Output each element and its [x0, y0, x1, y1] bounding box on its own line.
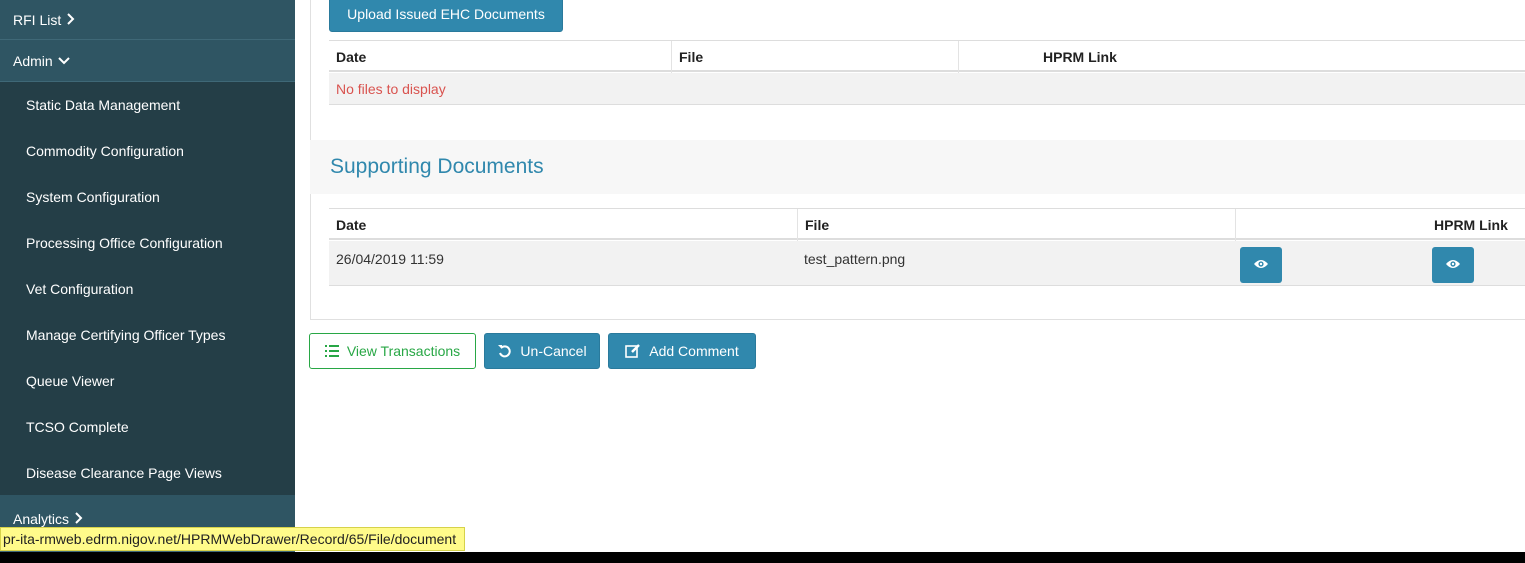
- page: RFI List Admin Static Data Management Co…: [0, 0, 1525, 552]
- chevron-right-icon: [66, 12, 76, 28]
- sidebar-item-label: Static Data Management: [26, 97, 181, 113]
- column-header-blank: [1235, 209, 1427, 241]
- sidebar-item-label: RFI List: [13, 11, 62, 28]
- un-cancel-button[interactable]: Un-Cancel: [484, 333, 600, 369]
- sidebar: RFI List Admin Static Data Management Co…: [0, 0, 295, 552]
- column-header-file: File: [797, 209, 1235, 241]
- sidebar-item-processing-office-configuration[interactable]: Processing Office Configuration: [0, 220, 295, 266]
- issued-documents-table: Date File HPRM Link No files to display: [329, 40, 1525, 105]
- sidebar-item-queue-viewer[interactable]: Queue Viewer: [0, 358, 295, 404]
- table-header: Date File HPRM Link: [329, 208, 1525, 241]
- sidebar-item-static-data-management[interactable]: Static Data Management: [0, 82, 295, 128]
- add-comment-button[interactable]: Add Comment: [608, 333, 756, 369]
- sidebar-item-tcso-complete[interactable]: TCSO Complete: [0, 404, 295, 450]
- button-label: View Transactions: [346, 343, 461, 359]
- sidebar-item-label: Commodity Configuration: [26, 143, 184, 159]
- column-header-blank: [958, 41, 1036, 73]
- column-header-hprm-link: HPRM Link: [1434, 217, 1508, 233]
- sidebar-item-vet-configuration[interactable]: Vet Configuration: [0, 266, 295, 312]
- table-row: No files to display: [329, 73, 1525, 105]
- column-header-hprm-link: HPRM Link: [1043, 49, 1117, 65]
- sidebar-item-label: TCSO Complete: [26, 419, 129, 435]
- sidebar-item-label: Processing Office Configuration: [26, 235, 223, 251]
- eye-icon: [1445, 257, 1461, 273]
- sidebar-item-admin[interactable]: Admin: [0, 40, 295, 82]
- row-file: test_pattern.png: [804, 251, 906, 267]
- sidebar-item-rfi-list[interactable]: RFI List: [0, 0, 295, 40]
- supporting-documents-header: Supporting Documents: [310, 140, 1525, 194]
- sidebar-item-manage-certifying-officer-types[interactable]: Manage Certifying Officer Types: [0, 312, 295, 358]
- edit-icon: [625, 343, 641, 359]
- row-date: 26/04/2019 11:59: [336, 251, 444, 267]
- column-header-date: Date: [336, 49, 367, 65]
- column-header-file: File: [671, 41, 958, 73]
- view-file-button[interactable]: [1240, 247, 1282, 283]
- status-url-tooltip: pr-ita-rmweb.edrm.nigov.net/HPRMWebDrawe…: [0, 527, 466, 551]
- sidebar-item-system-configuration[interactable]: System Configuration: [0, 174, 295, 220]
- list-icon: [324, 345, 339, 357]
- section-title: Supporting Documents: [330, 155, 544, 178]
- sidebar-item-label: Analytics: [13, 511, 70, 527]
- table-header: Date File HPRM Link: [329, 40, 1525, 73]
- view-transactions-button[interactable]: View Transactions: [309, 333, 476, 369]
- supporting-documents-table: Date File HPRM Link 26/04/2019 11:59 tes…: [329, 208, 1525, 286]
- eye-icon: [1253, 257, 1269, 273]
- sidebar-item-label: Admin: [13, 52, 53, 69]
- button-label: Add Comment: [649, 343, 739, 359]
- sidebar-item-label: Manage Certifying Officer Types: [26, 327, 226, 343]
- view-hprm-link-button[interactable]: [1432, 247, 1474, 283]
- button-label: Un-Cancel: [520, 343, 587, 359]
- sidebar-item-commodity-configuration[interactable]: Commodity Configuration: [0, 128, 295, 174]
- chevron-right-icon: [74, 511, 84, 527]
- upload-issued-ehc-documents-button[interactable]: Upload Issued EHC Documents: [329, 0, 563, 32]
- table-row: 26/04/2019 11:59 test_pattern.png: [329, 241, 1525, 286]
- button-label: Upload Issued EHC Documents: [347, 6, 545, 22]
- chevron-down-icon: [57, 53, 70, 69]
- main-content: Upload Issued EHC Documents Date File HP…: [295, 0, 1525, 552]
- sidebar-item-label: Queue Viewer: [26, 373, 115, 389]
- sidebar-item-label: Vet Configuration: [26, 281, 134, 297]
- status-url-text: pr-ita-rmweb.edrm.nigov.net/HPRMWebDrawe…: [3, 531, 457, 547]
- undo-icon: [497, 344, 512, 359]
- admin-submenu: Static Data Management Commodity Configu…: [0, 82, 295, 495]
- sidebar-item-disease-clearance-page-views[interactable]: Disease Clearance Page Views: [0, 450, 295, 496]
- sidebar-item-label: Disease Clearance Page Views: [26, 465, 222, 481]
- sidebar-item-label: System Configuration: [26, 189, 160, 205]
- column-header-date: Date: [336, 217, 367, 233]
- empty-message: No files to display: [336, 81, 446, 97]
